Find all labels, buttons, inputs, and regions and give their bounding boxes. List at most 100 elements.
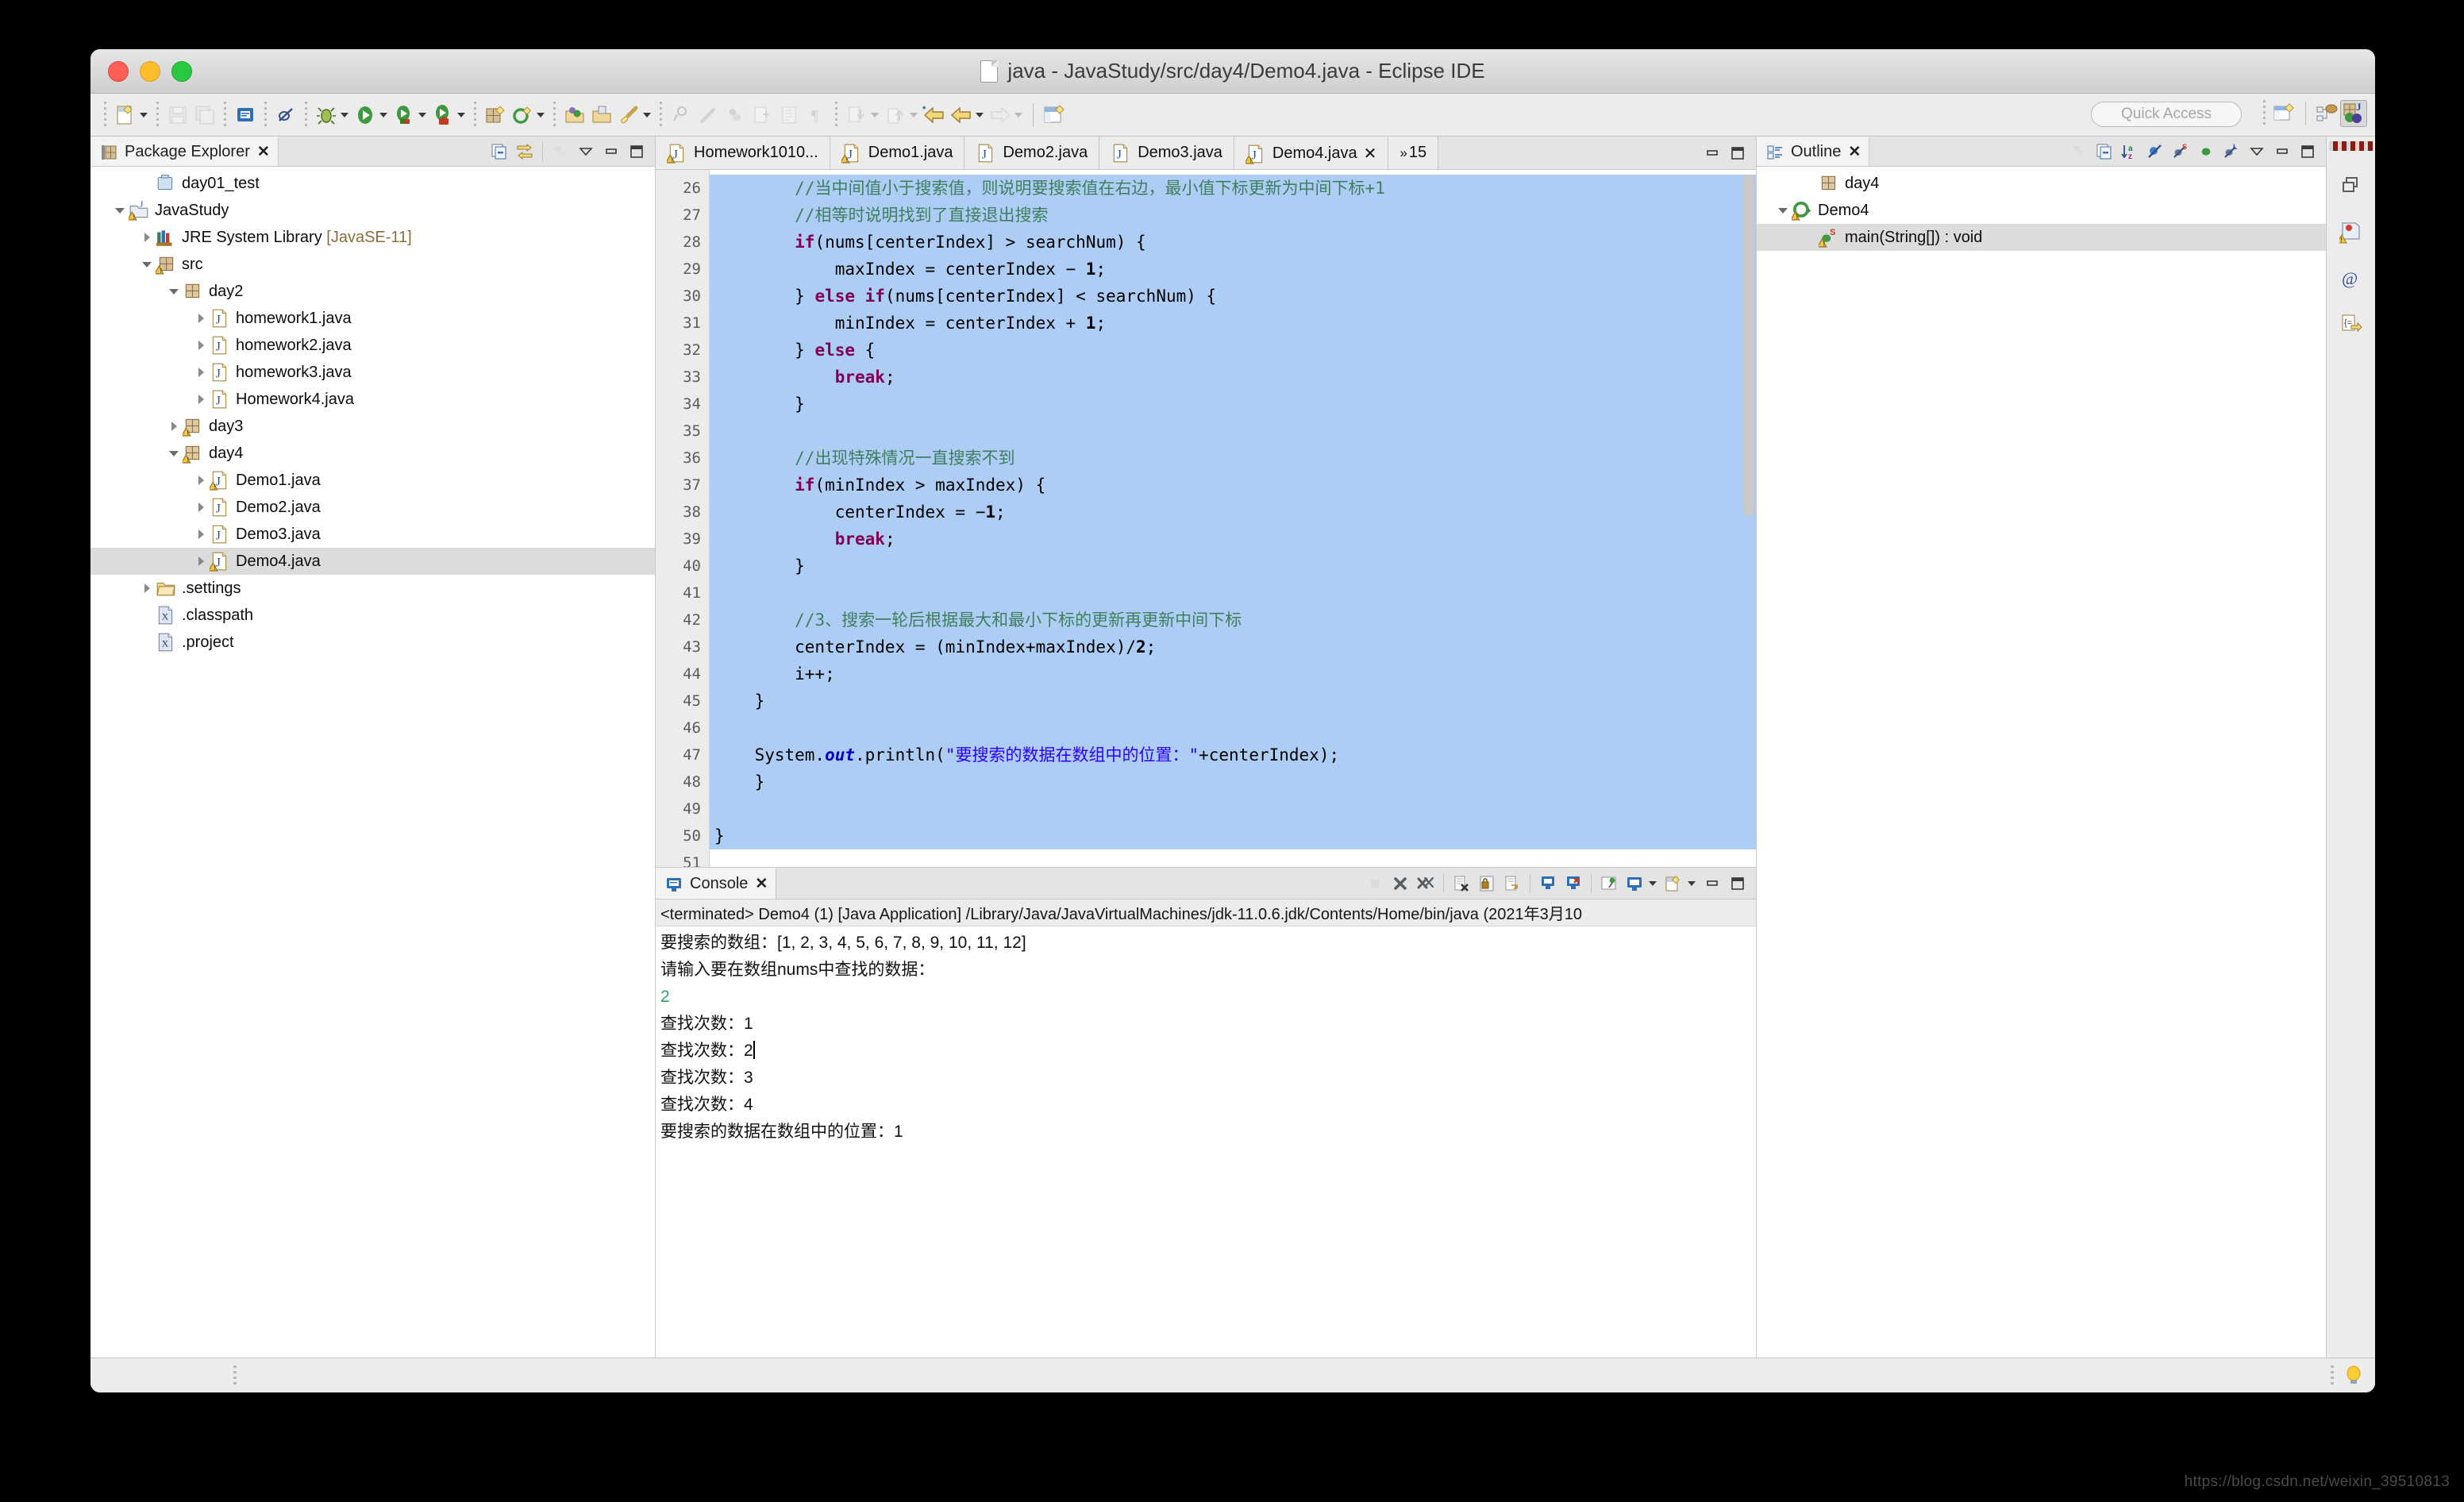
twisty-collapsed-icon[interactable] (192, 386, 210, 413)
code-line[interactable]: } else { (710, 337, 1756, 364)
open-type-icon[interactable] (561, 102, 588, 129)
show-console-on-error-icon[interactable] (1561, 872, 1585, 895)
tree-item[interactable]: day2 (90, 278, 655, 305)
tree-item[interactable]: Jhomework1.java (90, 305, 655, 332)
code-editor[interactable]: 26 27 28 29 30 31 32 33 34 35 36 37 38 39 40 41 42 43 44 45… (656, 170, 1756, 867)
search-dropdown-arrow[interactable] (643, 112, 651, 117)
new-java-class-wizard-icon[interactable] (509, 102, 536, 129)
tree-item[interactable]: J Demo3.java (90, 521, 655, 548)
code-line[interactable]: //3、搜索一轮后根据最大和最小下标的更新再更新中间下标 (710, 607, 1756, 634)
run-dropdown-arrow[interactable] (379, 112, 387, 117)
editor-vertical-scrollbar[interactable] (1743, 175, 1754, 844)
open-console-dropdown-arrow[interactable] (1688, 880, 1696, 886)
tree-item[interactable]: X .project (90, 629, 655, 656)
package-explorer-tree[interactable]: day01_test J! JavaStudy JRE System Library … (90, 167, 655, 1358)
twisty-expanded-icon[interactable] (165, 440, 183, 467)
new-wizard-icon[interactable] (112, 102, 139, 129)
run-icon[interactable] (352, 102, 379, 129)
debug-dropdown-arrow[interactable] (341, 112, 348, 117)
tree-item[interactable]: X .classpath (90, 602, 655, 629)
zoom-window-button[interactable] (171, 60, 192, 82)
editor-tab-overflow[interactable]: » 15 (1388, 137, 1439, 169)
tree-item[interactable]: day4 (1757, 170, 2326, 197)
twisty-collapsed-icon[interactable] (192, 548, 210, 575)
minimize-icon[interactable] (599, 140, 623, 164)
new-wizard-dropdown-arrow[interactable] (140, 112, 148, 117)
external-tools-icon[interactable] (429, 102, 456, 129)
code-line[interactable]: break; (710, 364, 1756, 391)
minimize-window-button[interactable] (140, 60, 160, 82)
editor-tab[interactable]: J! Demo4.java ✕ (1234, 137, 1389, 169)
close-icon[interactable]: ✕ (257, 143, 270, 161)
minimize-icon[interactable] (2270, 140, 2294, 164)
code-line[interactable]: } (710, 687, 1756, 714)
twisty-collapsed-icon[interactable] (138, 224, 156, 251)
search-icon[interactable] (615, 102, 642, 129)
pin-console-icon[interactable] (1597, 872, 1621, 895)
code-line[interactable]: i++; (710, 660, 1756, 687)
previous-edit-icon[interactable] (948, 102, 975, 129)
print-icon[interactable] (232, 102, 259, 129)
twisty-collapsed-icon[interactable] (192, 305, 210, 332)
hide-local-types-icon[interactable]: L (2220, 140, 2243, 164)
open-task-icon[interactable] (588, 102, 615, 129)
code-line[interactable] (710, 795, 1756, 822)
twisty-collapsed-icon[interactable] (165, 413, 183, 440)
tree-item[interactable]: .settings (90, 575, 655, 602)
twisty-expanded-icon[interactable] (138, 251, 156, 278)
tab-console[interactable]: Console ✕ (656, 868, 777, 899)
outline-tree[interactable]: day4! Demo4 S! main(String[]) : void (1757, 167, 2326, 1358)
twisty-collapsed-icon[interactable] (192, 467, 210, 494)
clear-console-icon[interactable] (1450, 872, 1473, 895)
close-icon[interactable]: ✕ (755, 875, 768, 893)
open-console-icon[interactable] (1661, 872, 1685, 895)
code-line[interactable]: } (710, 822, 1756, 849)
twisty-collapsed-icon[interactable] (192, 359, 210, 386)
scrollbar-thumb[interactable] (1743, 175, 1754, 516)
tab-package-explorer[interactable]: Package Explorer ✕ (90, 137, 279, 166)
quick-access-input[interactable]: Quick Access (2091, 102, 2242, 127)
collapse-all-icon[interactable] (2092, 140, 2116, 164)
external-tools-dropdown-arrow[interactable] (457, 112, 465, 117)
java-ee-perspective-icon[interactable] (2313, 100, 2340, 127)
declaration-view-icon[interactable]: {= (2335, 308, 2367, 340)
console-output[interactable]: 要搜索的数组：[1, 2, 3, 4, 5, 6, 7, 8, 9, 10, 1… (656, 926, 1756, 1358)
twisty-collapsed-icon[interactable] (192, 332, 210, 359)
code-line[interactable] (710, 714, 1756, 741)
code-line[interactable]: //相等时说明找到了直接退出搜索 (710, 202, 1756, 229)
display-selected-console-icon[interactable] (1623, 872, 1646, 895)
code-line[interactable]: } (710, 768, 1756, 795)
toggle-markoccurrences-icon[interactable] (272, 102, 299, 129)
word-wrap-icon[interactable] (1500, 872, 1524, 895)
tree-item[interactable]: ! src (90, 251, 655, 278)
twisty-expanded-icon[interactable] (111, 197, 129, 224)
tree-item[interactable]: J! Demo4.java (90, 548, 655, 575)
remove-all-terminated-icon[interactable] (1414, 872, 1438, 895)
code-line[interactable] (710, 849, 1756, 867)
tree-item[interactable]: S! main(String[]) : void (1757, 224, 2326, 251)
tree-item[interactable]: J! JavaStudy (90, 197, 655, 224)
code-line[interactable]: centerIndex = −1; (710, 499, 1756, 526)
run-coverage-dropdown-arrow[interactable] (418, 112, 426, 117)
javadoc-view-icon[interactable]: @ (2335, 262, 2367, 294)
code-line[interactable]: } (710, 553, 1756, 580)
statusbar-handle[interactable] (2331, 1365, 2334, 1386)
quick-fix-lightbulb-icon[interactable] (2343, 1364, 2364, 1388)
code-line[interactable]: } else if(nums[centerIndex] < searchNum)… (710, 283, 1756, 310)
editor-tab[interactable]: J! Demo1.java (830, 137, 965, 169)
twisty-collapsed-icon[interactable] (192, 521, 210, 548)
close-window-button[interactable] (108, 60, 129, 82)
code-line[interactable] (710, 580, 1756, 607)
code-line[interactable]: //出现特殊情况一直搜索不到 (710, 445, 1756, 472)
code-line[interactable]: } (710, 391, 1756, 418)
new-java-package-icon[interactable] (482, 102, 509, 129)
maximize-icon[interactable] (2296, 140, 2320, 164)
code-line[interactable]: if(nums[centerIndex] > searchNum) { (710, 229, 1756, 256)
view-menu-icon[interactable] (2245, 140, 2269, 164)
link-with-editor-icon[interactable] (513, 140, 537, 164)
collapse-all-icon[interactable] (487, 140, 511, 164)
twisty-expanded-icon[interactable] (1774, 197, 1792, 224)
hide-fields-icon[interactable] (2143, 140, 2167, 164)
hide-static-members-icon[interactable]: S (2169, 140, 2193, 164)
debug-icon[interactable] (313, 102, 340, 129)
